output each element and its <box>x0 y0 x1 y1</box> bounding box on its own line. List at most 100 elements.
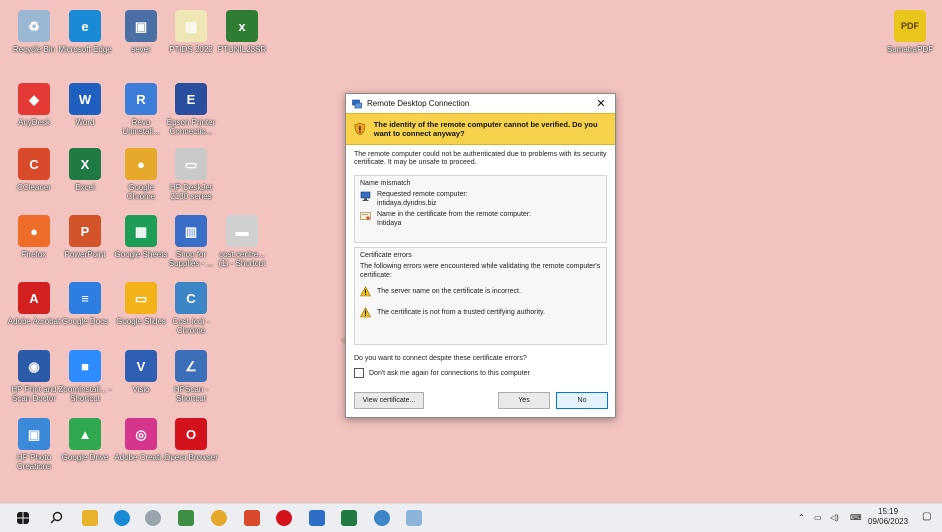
ptunil23sr-icon: x <box>226 10 258 42</box>
edge-icon[interactable] <box>114 510 130 526</box>
excel-taskbar-icon[interactable] <box>341 510 357 526</box>
desktop-icon[interactable]: O Opera Browser <box>163 418 219 462</box>
volume-icon[interactable]: ◁) <box>830 513 839 522</box>
desktop-icon[interactable]: C Cost (cc) - Chrome <box>163 282 219 335</box>
hp-print-and-scan-doctor-icon: ◉ <box>18 350 50 382</box>
desktop-icon-label: Microsoft Edge <box>58 45 112 54</box>
desktop-icon[interactable]: ▣ sever <box>113 10 169 54</box>
microsoft-edge-icon: e <box>69 10 101 42</box>
desktop-icon[interactable]: ♻ Recycle Bin <box>6 10 62 54</box>
desktop-icon[interactable]: ▬ cost.centre... (1) - Shortcut <box>214 215 270 268</box>
desktop-icon[interactable]: ▦ Google Sheets <box>113 215 169 259</box>
desktop-icon[interactable]: ▥ Shop for Supplies - ... <box>163 215 219 268</box>
desktop-icon[interactable]: ▭ Google Slides <box>113 282 169 326</box>
desktop-icon[interactable]: ◎ Adobe Creati... <box>113 418 169 462</box>
desktop-icon-label: AnyDesk <box>17 118 50 127</box>
desktop-icon[interactable]: P PowerPoint <box>57 215 113 259</box>
taskbar: ⌃ ▭ ◁) ⌨ 15:19 09/06/2023 ▢ <box>0 503 942 532</box>
warning-text: The identity of the remote computer cann… <box>373 120 598 138</box>
desktop-icon[interactable]: ▣ HP Photo Creations <box>6 418 62 471</box>
desktop-icon[interactable]: ▭ HP DeskJet 2130 series <box>163 148 219 201</box>
desktop-icon-label: Cost (cc) - Chrome <box>172 317 210 335</box>
settings-icon[interactable] <box>145 510 161 526</box>
certificate-errors-intro: The following errors were encountered wh… <box>360 263 601 279</box>
desktop-icon-label: sever <box>131 45 151 54</box>
desktop-icon[interactable]: x PTUNIL23SR <box>214 10 270 54</box>
desktop-icon[interactable]: ● Firefox <box>6 215 62 259</box>
desktop-icon[interactable]: ◆ AnyDesk <box>6 83 62 127</box>
desktop-icon[interactable]: X Excel <box>57 148 113 192</box>
dont-ask-checkbox[interactable] <box>354 368 364 378</box>
desktop-icon[interactable]: ◉ HP Print and Scan Doctor <box>6 350 62 403</box>
firefox-icon: ● <box>18 215 50 247</box>
desktop-icon[interactable]: V Visio <box>113 350 169 394</box>
chrome-icon[interactable] <box>211 510 227 526</box>
certificate-name-label: Name in the certificate from the remote … <box>377 211 532 218</box>
desktop-icon[interactable]: PDF SumatraPDF <box>882 10 938 54</box>
desktop-icon-label: cost.centre... (1) - Shortcut <box>218 250 266 268</box>
requested-computer-label: Requested remote computer: <box>377 191 468 198</box>
cert-error-item: The server name on the certificate is in… <box>360 286 601 297</box>
notification-icon[interactable]: ▢ <box>922 511 931 522</box>
desktop-icon[interactable]: C CCleaner <box>6 148 62 192</box>
dialog-titlebar[interactable]: Remote Desktop Connection ✕ <box>346 94 615 113</box>
network-icon[interactable]: ▭ <box>814 513 822 522</box>
windows-start-icon[interactable] <box>17 512 29 524</box>
clock[interactable]: 15:19 09/06/2023 <box>868 507 908 527</box>
certificate-name-value: Intidaya <box>377 219 402 227</box>
anydesk-icon: ◆ <box>18 83 50 115</box>
cert-error-text: The certificate is not from a trusted ce… <box>377 309 545 316</box>
no-button[interactable]: No <box>556 392 608 409</box>
chevron-up-icon[interactable]: ⌃ <box>798 513 805 522</box>
certificate-errors-title: Certificate errors <box>360 252 412 259</box>
desktop-icon[interactable]: ∠ HPScan - Shortcut <box>163 350 219 403</box>
desktop-icon[interactable]: e Microsoft Edge <box>57 10 113 54</box>
keyboard-icon[interactable]: ⌨ <box>850 513 862 522</box>
warning-icon <box>360 286 371 297</box>
app-window-icon[interactable] <box>406 510 422 526</box>
desktop-icon[interactable]: E Epson Printer Connectio... <box>163 83 219 136</box>
opera-icon[interactable] <box>276 510 292 526</box>
desktop-icon-label: Adobe Acrobat <box>7 317 61 326</box>
name-mismatch-title: Name mismatch <box>360 180 411 187</box>
recycle-bin-icon: ♻ <box>18 10 50 42</box>
file-explorer-icon[interactable] <box>82 510 98 526</box>
zoominstall-shortcut-icon: ■ <box>69 350 101 382</box>
desktop-icon-label: Shop for Supplies - ... <box>168 250 214 268</box>
excel-icon: X <box>69 148 101 180</box>
yes-button[interactable]: Yes <box>498 392 550 409</box>
warning-icon <box>360 307 371 318</box>
desktop-icon[interactable]: R Revo Uninstall... <box>113 83 169 136</box>
desktop-icon[interactable]: ■ ZoomInstall... - Shortcut <box>57 350 113 403</box>
desktop-icon[interactable]: A Adobe Acrobat <box>6 282 62 326</box>
desktop-icon[interactable]: W Word <box>57 83 113 127</box>
name-mismatch-group: Name mismatch Requested remote computer:… <box>354 175 607 243</box>
powerpoint-icon: P <box>69 215 101 247</box>
close-button[interactable]: ✕ <box>593 97 609 110</box>
desktop-icon-label: Epson Printer Connectio... <box>166 118 216 136</box>
search-icon[interactable] <box>50 511 63 524</box>
desktop-icon-label: PTIDS 2022 <box>169 45 213 54</box>
adobe-creati-icon: ◎ <box>125 418 157 450</box>
google-slides-icon: ▭ <box>125 282 157 314</box>
remote-desktop-taskbar-icon[interactable] <box>309 510 325 526</box>
desktop-icon-label: Excel <box>75 183 95 192</box>
desktop-icon-label: HPScan - Shortcut <box>173 385 209 403</box>
desktop-icon[interactable]: ≡ Google Docs <box>57 282 113 326</box>
desktop-icon-label: Opera Browser <box>164 453 218 462</box>
ptids-2022-icon: ▤ <box>175 10 207 42</box>
cert-error-text: The server name on the certificate is in… <box>377 288 521 295</box>
desktop-icon-label: HP Print and Scan Doctor <box>11 385 57 403</box>
desktop-icon[interactable]: ● Google Chrome <box>113 148 169 201</box>
desktop-icon[interactable]: ▲ Google Drive <box>57 418 113 462</box>
google-sheets-icon: ▦ <box>125 215 157 247</box>
warning-banner: The identity of the remote computer cann… <box>346 113 615 145</box>
clock-time: 15:19 <box>878 507 899 516</box>
dont-ask-checkbox-row[interactable]: Don't ask me again for connections to th… <box>346 365 615 381</box>
sever-icon: ▣ <box>125 10 157 42</box>
desktop-icon[interactable]: ▤ PTIDS 2022 <box>163 10 219 54</box>
view-certificate-button[interactable]: View certificate... <box>354 392 424 409</box>
app-icon[interactable] <box>178 510 194 526</box>
ccleaner-icon[interactable] <box>244 510 260 526</box>
chrome-profile-icon[interactable] <box>374 510 390 526</box>
